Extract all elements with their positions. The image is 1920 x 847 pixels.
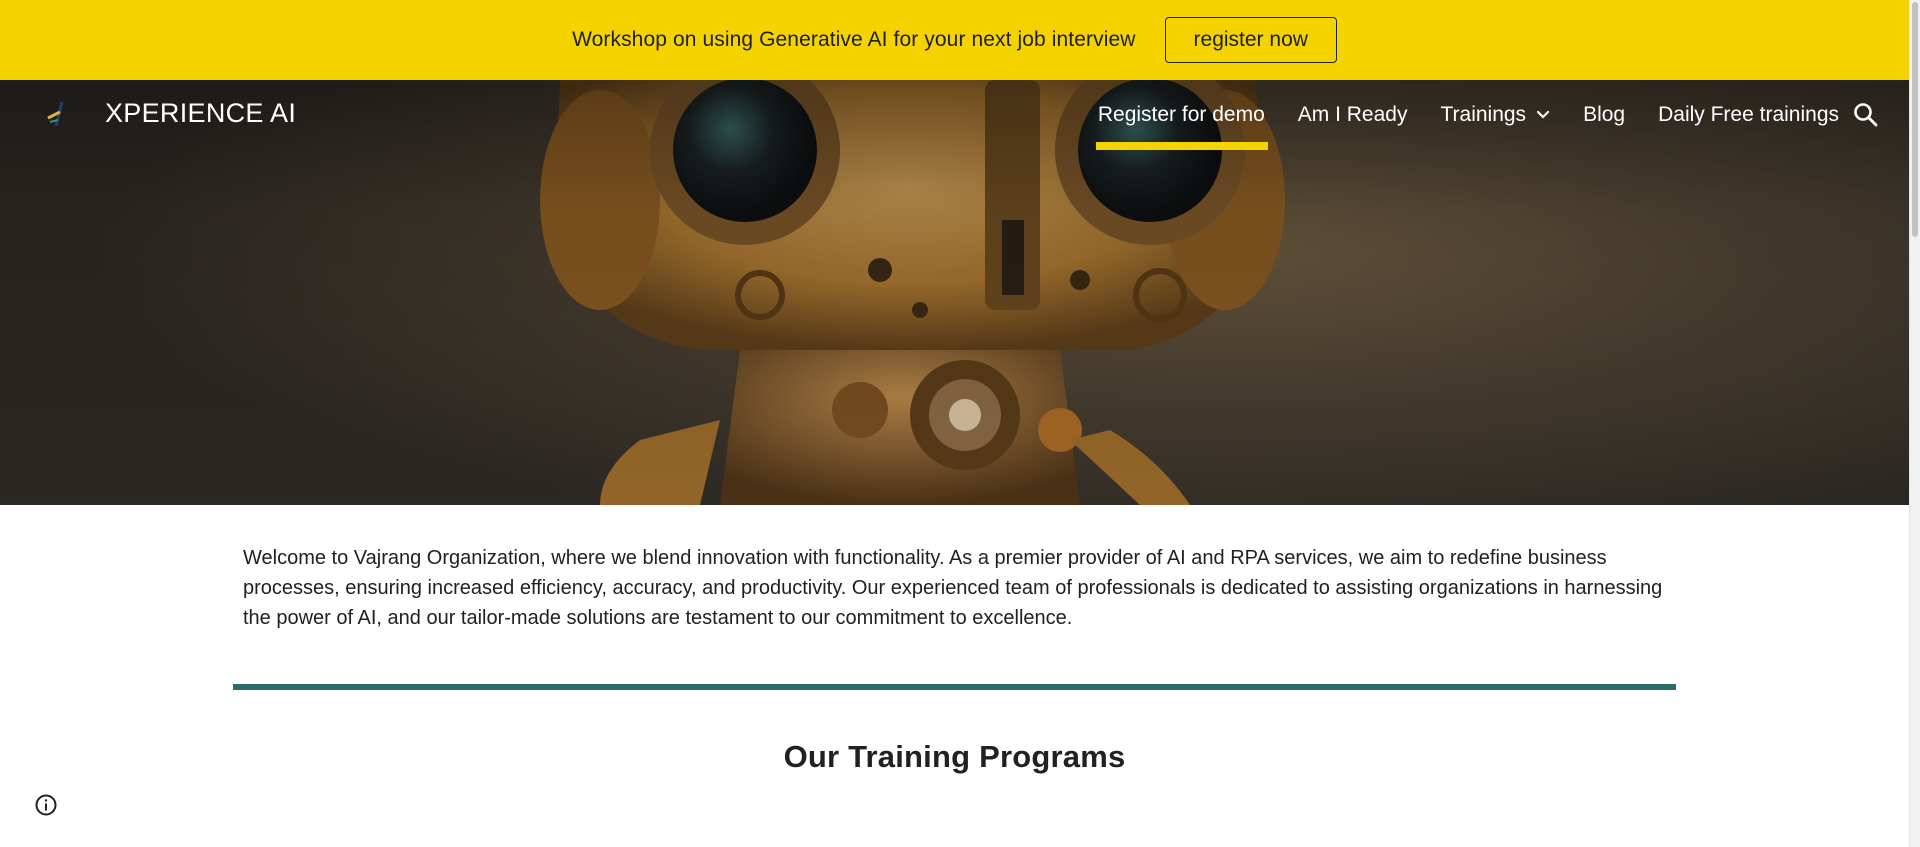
logo-icon[interactable] xyxy=(44,98,74,132)
nav-label: Am I Ready xyxy=(1297,103,1408,126)
info-icon[interactable] xyxy=(34,793,58,817)
top-navigation: XPERIENCE AI Register for demo Am I Read… xyxy=(0,80,1909,150)
nav-blog[interactable]: Blog xyxy=(1583,80,1625,150)
nav-label: Blog xyxy=(1583,103,1626,126)
intro-paragraph: Welcome to Vajrang Organization, where w… xyxy=(243,547,1663,629)
section-title: Our Training Programs xyxy=(783,739,1126,774)
nav-trainings[interactable]: Trainings xyxy=(1440,80,1550,150)
nav-links: Register for demo Am I Ready Trainings B… xyxy=(1065,80,1839,150)
nav-am-i-ready[interactable]: Am I Ready xyxy=(1298,80,1408,150)
register-now-button[interactable]: register now xyxy=(1164,17,1337,63)
nav-register-for-demo[interactable]: Register for demo xyxy=(1095,80,1268,150)
announcement-bar: Workshop on using Generative AI for your… xyxy=(0,0,1909,80)
nav-label: Daily Free trainings xyxy=(1658,103,1839,126)
page-scrollbar[interactable] xyxy=(1909,0,1920,847)
nav-label: Register for demo xyxy=(1097,103,1265,126)
announcement-text: Workshop on using Generative AI for your… xyxy=(572,28,1136,51)
search-icon[interactable] xyxy=(1853,102,1879,128)
chevron-down-icon[interactable] xyxy=(1536,108,1550,122)
site-title[interactable]: XPERIENCE AI xyxy=(105,98,296,129)
nav-label: Trainings xyxy=(1440,103,1527,126)
scrollbar-thumb[interactable] xyxy=(1912,2,1918,237)
nav-daily-free-trainings[interactable]: Daily Free trainings xyxy=(1658,80,1839,150)
section-divider xyxy=(233,684,1676,690)
